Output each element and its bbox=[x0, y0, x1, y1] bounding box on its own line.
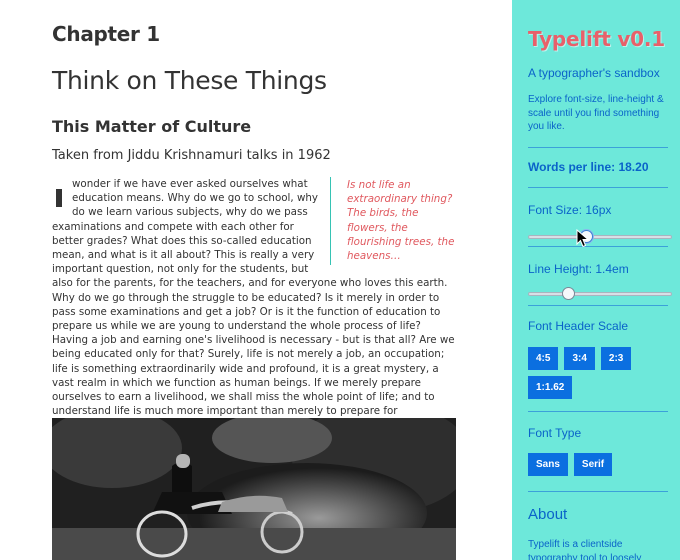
scale-button-group: 4:5 3:4 2:3 1:1.62 bbox=[528, 347, 678, 399]
divider bbox=[528, 147, 668, 148]
font-size-slider[interactable] bbox=[528, 230, 672, 244]
slider-track bbox=[528, 292, 672, 296]
app-tagline: A typographer's sandbox bbox=[528, 66, 660, 80]
scale-button-2-3[interactable]: 2:3 bbox=[600, 347, 632, 370]
line-height-label: Line Height: 1.4em bbox=[528, 262, 629, 276]
line-height-slider-thumb[interactable] bbox=[562, 287, 576, 300]
controls-sidebar: Typelift v0.1 A typographer's sandbox Ex… bbox=[512, 0, 680, 560]
slider-track bbox=[528, 235, 672, 239]
about-text: Typelift is a clientside typography tool… bbox=[528, 539, 642, 560]
divider bbox=[528, 491, 668, 492]
divider bbox=[528, 411, 668, 412]
article-body: Is not life an extraordinary thing? The … bbox=[52, 177, 458, 447]
divider bbox=[528, 187, 668, 188]
line-height-slider[interactable] bbox=[528, 287, 672, 301]
font-header-scale-label: Font Header Scale bbox=[528, 319, 629, 333]
article-photo bbox=[52, 418, 456, 560]
article-pane: Chapter 1 Think on These Things This Mat… bbox=[0, 0, 512, 560]
divider bbox=[528, 246, 668, 247]
scale-button-4-5[interactable]: 4:5 bbox=[528, 347, 559, 370]
font-type-label: Font Type bbox=[528, 426, 582, 440]
font-size-label: Font Size: 16px bbox=[528, 203, 612, 217]
article-subtitle: This Matter of Culture bbox=[52, 117, 252, 136]
article-source: Taken from Jiddu Krishnamuri talks in 19… bbox=[52, 148, 331, 163]
about-heading: About bbox=[528, 506, 568, 523]
drop-cap bbox=[56, 189, 62, 207]
article-title: Think on These Things bbox=[52, 66, 327, 95]
scale-button-golden[interactable]: 1:1.62 bbox=[528, 376, 573, 399]
scale-button-3-4[interactable]: 3:4 bbox=[564, 347, 595, 370]
photo-image bbox=[52, 418, 456, 560]
serif-button[interactable]: Serif bbox=[573, 453, 613, 476]
sans-button[interactable]: Sans bbox=[528, 453, 568, 476]
divider bbox=[528, 305, 668, 306]
chapter-heading: Chapter 1 bbox=[52, 22, 160, 46]
mouse-cursor-icon bbox=[576, 229, 590, 248]
pull-quote: Is not life an extraordinary thing? The … bbox=[330, 177, 458, 266]
font-type-button-group: Sans Serif bbox=[528, 453, 678, 476]
words-per-line-readout: Words per line: 18.20 bbox=[528, 160, 649, 174]
app-logo: Typelift v0.1 bbox=[528, 27, 665, 51]
intro-text: Explore font-size, line-height & scale u… bbox=[528, 94, 664, 132]
